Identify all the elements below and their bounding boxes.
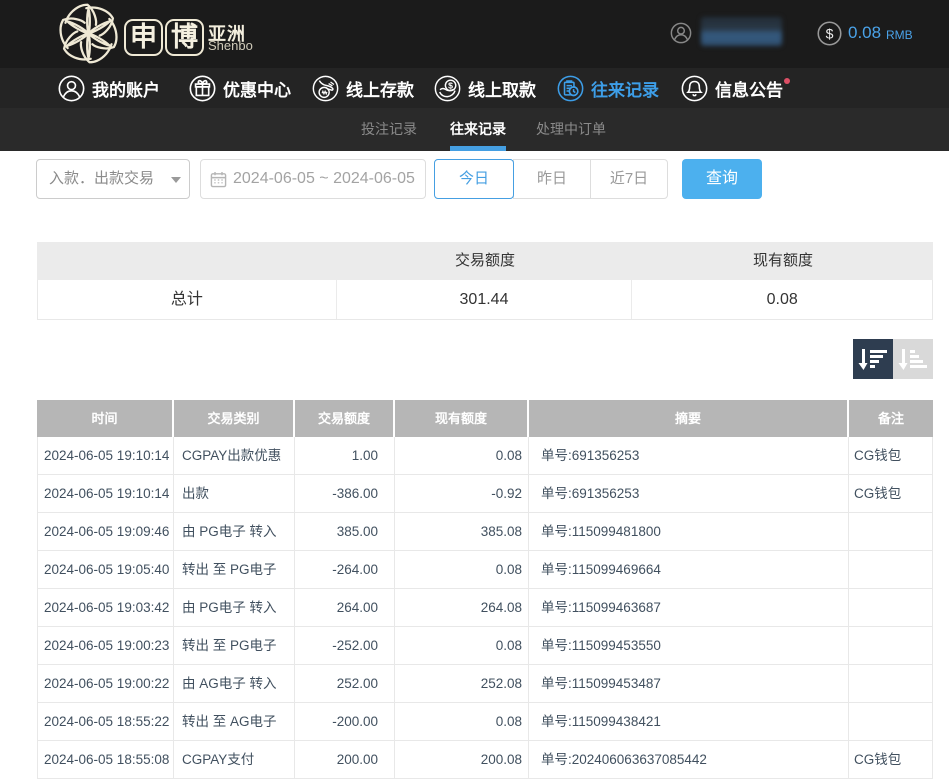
svg-text:$: $ xyxy=(448,80,453,90)
svg-text:$: $ xyxy=(826,26,834,42)
